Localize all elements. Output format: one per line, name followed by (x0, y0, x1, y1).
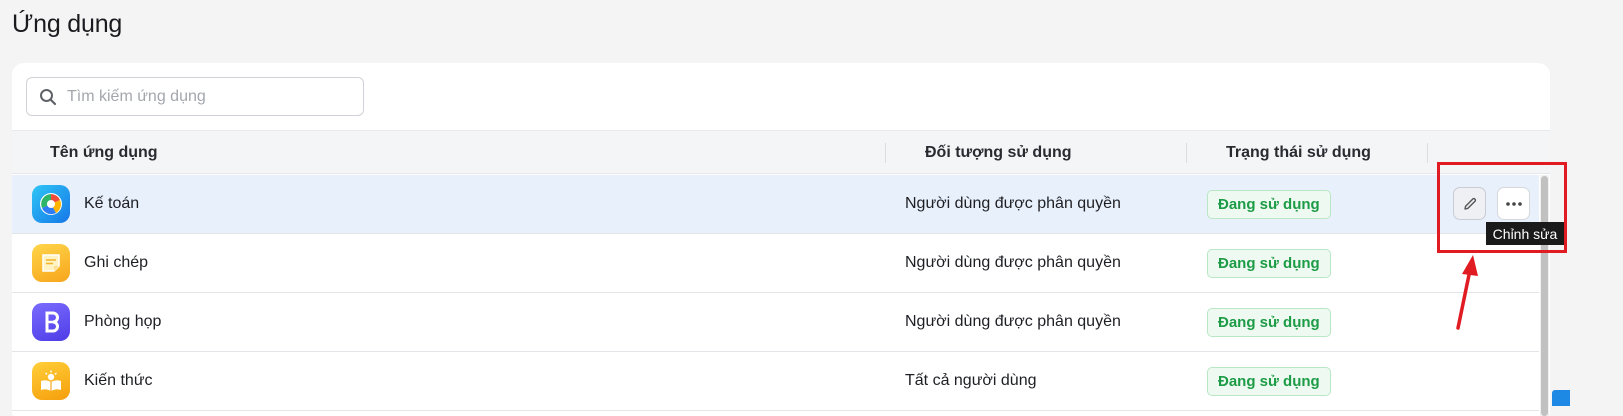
more-horizontal-icon (1505, 201, 1522, 206)
column-header-app-name: Tên ứng dụng (50, 144, 158, 161)
table-header: Tên ứng dụng Đối tượng sử dụng Trạng thá… (12, 130, 1550, 174)
status-badge: Đang sử dụng (1207, 249, 1331, 278)
app-target: Tất cả người dùng (905, 372, 1037, 389)
app-name[interactable]: Ghi chép (84, 254, 148, 272)
table-row[interactable]: Phòng họp Người dùng được phân quyền Đan… (12, 293, 1539, 352)
search-box[interactable] (26, 77, 364, 116)
knowledge-icon (32, 362, 70, 400)
more-options-button[interactable] (1497, 187, 1530, 220)
apps-card: Tên ứng dụng Đối tượng sử dụng Trạng thá… (12, 63, 1550, 416)
floating-corner-button[interactable] (1552, 390, 1570, 406)
app-target: Người dùng được phân quyền (905, 195, 1121, 212)
app-name[interactable]: Kế toán (84, 195, 139, 213)
table-row[interactable]: Ghi chép Người dùng được phân quyền Đang… (12, 234, 1539, 293)
status-badge: Đang sử dụng (1207, 308, 1331, 337)
status-badge: Đang sử dụng (1207, 367, 1331, 396)
search-icon (40, 89, 57, 106)
scrollbar-thumb[interactable] (1541, 176, 1548, 416)
column-header-status: Trạng thái sử dụng (1226, 144, 1371, 161)
status-badge: Đang sử dụng (1207, 190, 1331, 219)
edit-button[interactable] (1453, 187, 1486, 220)
column-divider[interactable] (1427, 143, 1428, 163)
edit-tooltip: Chỉnh sửa (1486, 222, 1564, 245)
column-header-target: Đối tượng sử dụng (925, 144, 1072, 161)
column-divider[interactable] (1186, 143, 1187, 163)
pencil-icon (1463, 197, 1476, 210)
table-row[interactable]: Kiến thức Tất cả người dùng Đang sử dụng (12, 352, 1539, 411)
accounting-icon (32, 185, 70, 223)
app-target: Người dùng được phân quyền (905, 254, 1121, 271)
notes-icon (32, 244, 70, 282)
app-name[interactable]: Kiến thức (84, 372, 153, 390)
app-name[interactable]: Phòng họp (84, 313, 161, 331)
column-divider[interactable] (885, 143, 886, 163)
search-input[interactable] (67, 78, 347, 115)
app-target: Người dùng được phân quyền (905, 313, 1121, 330)
table-row[interactable]: Kế toán Người dùng được phân quyền Đang … (12, 175, 1539, 234)
meeting-room-icon (32, 303, 70, 341)
page-title: Ứng dụng (12, 10, 123, 38)
